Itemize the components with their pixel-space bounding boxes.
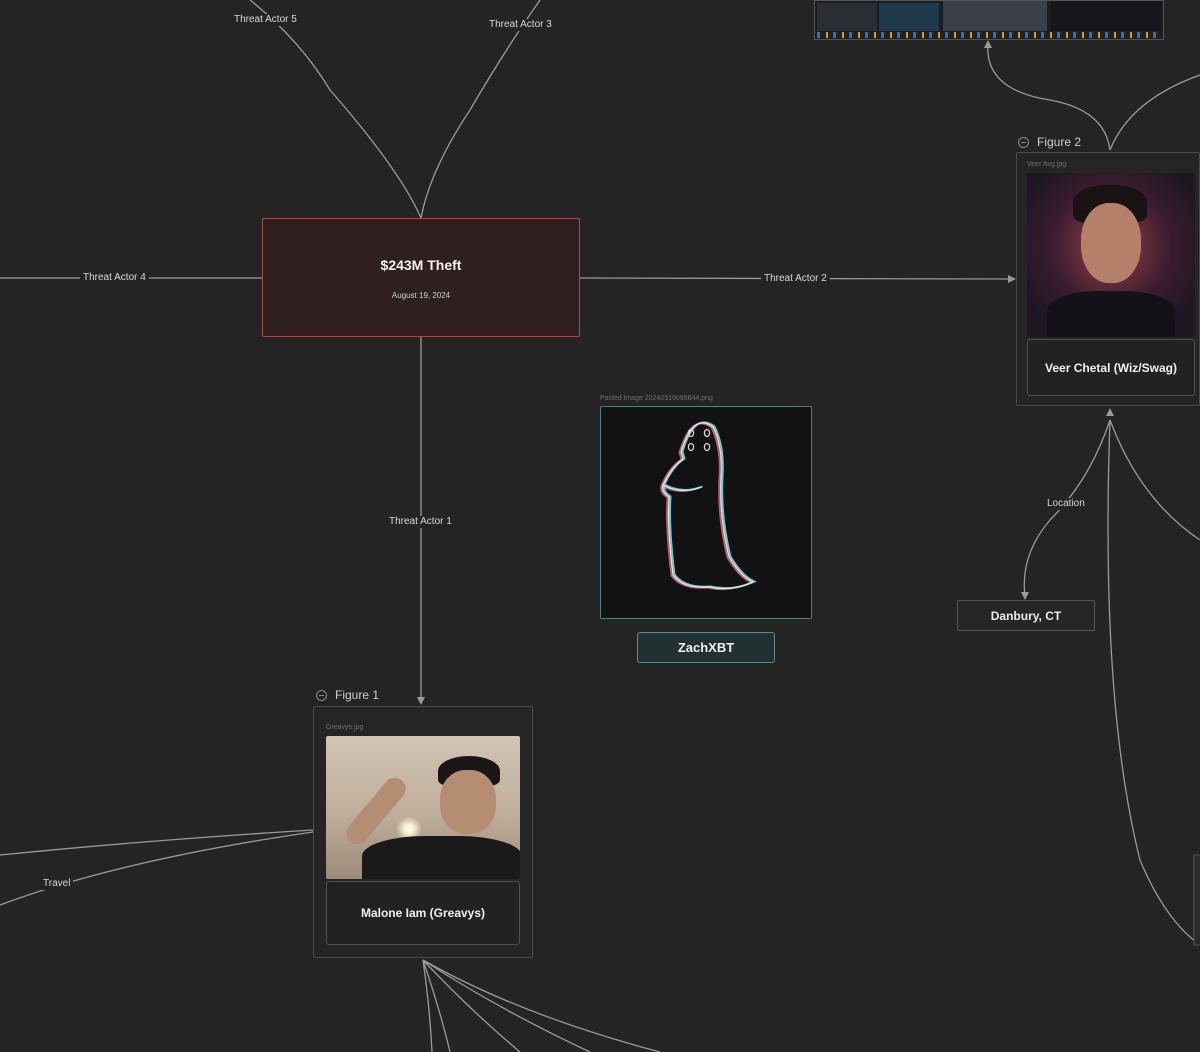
figure-1-header[interactable]: Figure 1 [316,688,379,702]
edge-label-threat-actor-2: Threat Actor 2 [761,273,830,285]
theft-title: $243M Theft [380,257,462,273]
arrowhead [1021,592,1029,600]
ghost-dot [703,428,711,438]
screenshot-sidebar [817,3,877,31]
photo-face [1081,203,1141,283]
edge-threat-actor-5 [249,0,422,219]
edge-label-threat-actor-5: Threat Actor 5 [231,14,300,26]
pasted-image-node[interactable] [600,406,812,619]
offscreen-node [1193,854,1200,946]
edge-label-threat-actor-3: Threat Actor 3 [486,19,555,31]
figure-1-group[interactable]: Greavys.jpg Malone Iam (Greavys) [313,706,533,958]
figure-2-group[interactable]: Veer Avg.jpg Veer Chetal (Wiz/Swag) [1016,152,1200,406]
figure-2-header[interactable]: Figure 2 [1018,135,1081,149]
ghost-outline-red [660,422,755,591]
ghost-logo-image [660,421,758,591]
edge-label-threat-actor-4: Threat Actor 4 [80,272,149,284]
figure-1-filename: Greavys.jpg [326,724,364,731]
screenshot-panel [879,3,939,31]
arrowhead [984,40,992,48]
zachxbt-node[interactable]: ZachXBT [637,632,775,663]
pasted-image-filename: Pasted image 20240919095844.png [600,395,713,402]
photo-shirt [1047,291,1175,337]
arrowhead [1106,408,1114,416]
edge-travel [0,829,314,856]
screenshot-panel [1051,1,1161,31]
figure-2-name: Veer Chetal (Wiz/Swag) [1027,339,1195,396]
collapse-icon[interactable] [1018,136,1029,148]
figure-1-label: Figure 1 [335,688,380,702]
ghost-dot [687,442,695,452]
ghost-dot [703,442,711,452]
location-node[interactable]: Danbury, CT [957,600,1095,631]
collapse-icon[interactable] [316,689,327,701]
arrowhead [1008,275,1016,283]
figure-2-filename: Veer Avg.jpg [1027,161,1067,168]
figure-2-photo[interactable] [1027,173,1195,337]
edge-figure-2-offscreen [1109,74,1200,151]
theft-node[interactable]: $243M Theft August 19, 2024 [262,218,580,337]
theft-date: August 19, 2024 [391,291,451,300]
photo-shirt [362,836,520,879]
screenshot-taskbar [817,32,1161,38]
arrowhead [417,697,425,705]
screenshot-panel [943,1,1047,31]
figure-1-name: Malone Iam (Greavys) [326,881,520,945]
edge-figure-2-right [1109,419,1200,541]
figure-1-photo[interactable] [326,736,520,879]
embedded-screenshot-node[interactable] [814,0,1164,40]
edge-label-threat-actor-1: Threat Actor 1 [386,516,455,528]
photo-face [440,770,496,834]
edge-threat-actor-3 [420,0,541,219]
ghost-outline [662,422,755,590]
edge-label-location: Location [1044,498,1088,510]
edge-label-travel: Travel [40,878,74,890]
edge-travel-2 [0,831,314,906]
edge-figure-1-fan [422,959,661,1052]
figure-2-label: Figure 2 [1037,135,1082,149]
